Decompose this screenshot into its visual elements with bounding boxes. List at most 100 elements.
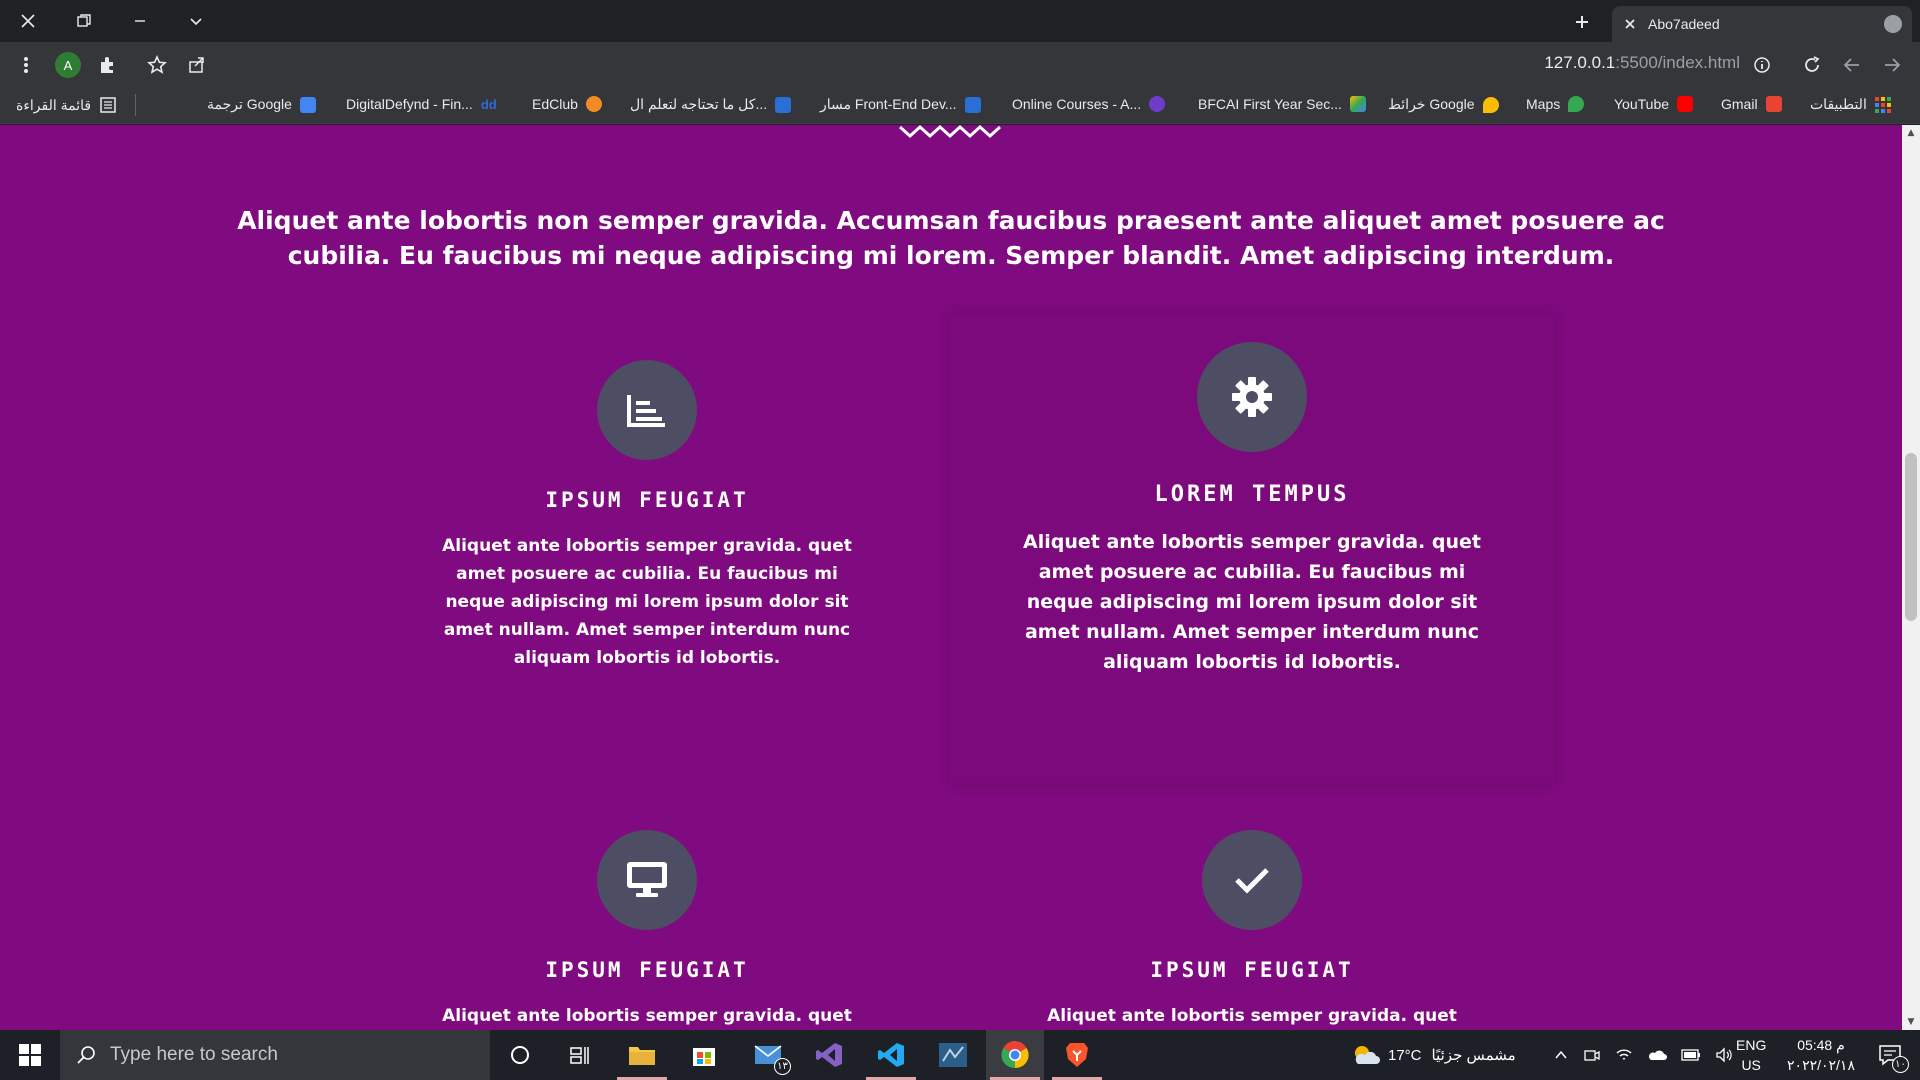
volume-icon[interactable] xyxy=(1715,1046,1733,1064)
bookmark-youtube[interactable]: YouTube xyxy=(1614,96,1694,112)
battery-icon[interactable] xyxy=(1681,1048,1701,1062)
cortana-icon xyxy=(511,1046,529,1064)
tab-title: Abo7adeed xyxy=(1648,16,1720,32)
extensions-button[interactable] xyxy=(96,53,120,77)
meet-now-icon[interactable] xyxy=(1583,1046,1601,1064)
url-host: 127.0.0.1 xyxy=(1544,53,1616,72)
browser-toolbar: A 127.0.0.1:5500/index.html xyxy=(0,42,1920,88)
feature-item: IPSUM FEUGIAT Aliquet ante lobortis semp… xyxy=(419,360,875,672)
gmail-icon xyxy=(1765,96,1782,112)
taskbar-search[interactable]: Type here to search xyxy=(60,1030,490,1080)
store-icon xyxy=(693,1048,715,1066)
restore-icon xyxy=(77,14,91,27)
restore-window-button[interactable] xyxy=(56,0,112,42)
site-info-button[interactable] xyxy=(1750,53,1774,77)
url-path: :5500/index.html xyxy=(1615,53,1740,72)
microsoft-store-button[interactable] xyxy=(675,1030,733,1080)
onedrive-icon[interactable] xyxy=(1647,1047,1667,1063)
scroll-up-arrow-icon[interactable]: ▲ xyxy=(1902,125,1920,141)
bookmark-label: خرائط Google xyxy=(1388,96,1475,112)
vscode-button[interactable] xyxy=(862,1030,920,1080)
notification-center-button[interactable]: ١٠ xyxy=(1870,1030,1910,1080)
tab-close-icon[interactable] xyxy=(1622,16,1638,32)
reading-list-button[interactable]: قائمة القراءة xyxy=(16,96,117,114)
share-icon xyxy=(189,57,204,73)
bookmark-star-button[interactable] xyxy=(145,53,169,77)
feature-item: IPSUM FEUGIAT Aliquet ante lobortis semp… xyxy=(1024,830,1480,1030)
start-button[interactable] xyxy=(0,1030,60,1080)
language-region: US xyxy=(1741,1057,1761,1073)
e-icon xyxy=(775,96,792,113)
feature-item: IPSUM FEUGIAT Aliquet ante lobortis semp… xyxy=(419,830,875,1030)
new-tab-button[interactable] xyxy=(1568,8,1596,36)
browser-tab[interactable]: Abo7adeed xyxy=(1612,6,1912,42)
youtube-icon xyxy=(1677,96,1694,112)
search-icon xyxy=(77,1046,95,1064)
feature-icon-circle xyxy=(597,830,697,930)
bookmark-label: YouTube xyxy=(1614,96,1670,112)
file-explorer-button[interactable] xyxy=(613,1030,671,1080)
desktop-icon xyxy=(627,862,667,897)
share-button[interactable] xyxy=(185,53,209,77)
scrollbar-thumb[interactable] xyxy=(1905,453,1917,621)
bookmark-edclub[interactable]: EdClub xyxy=(532,96,602,112)
vscode-icon xyxy=(878,1043,904,1067)
chevron-down-icon xyxy=(190,18,202,26)
bookmark-google-maps-ar[interactable]: خرائط Google xyxy=(1388,96,1499,113)
bookmark-label: مسار Front-End Dev... xyxy=(820,96,957,112)
tab-search-button[interactable] xyxy=(168,0,224,42)
forward-button[interactable] xyxy=(1880,53,1904,77)
visual-studio-button[interactable] xyxy=(800,1030,858,1080)
language-indicator[interactable]: ENG US xyxy=(1736,1030,1766,1080)
language-code: ENG xyxy=(1736,1037,1767,1053)
bookmark-maps[interactable]: Maps xyxy=(1526,96,1585,112)
bookmarks-divider xyxy=(135,94,136,116)
back-button[interactable] xyxy=(1840,53,1864,77)
sql-server-button[interactable] xyxy=(924,1030,982,1080)
menu-button[interactable] xyxy=(14,53,38,77)
bookmark-bfcai[interactable]: BFCAI First Year Sec... xyxy=(1198,96,1366,112)
profile-avatar[interactable]: A xyxy=(55,52,81,78)
bookmark-online-courses[interactable]: Online Courses - A... xyxy=(1012,96,1166,112)
brave-button[interactable] xyxy=(1048,1030,1106,1080)
bookmark-label: Maps xyxy=(1526,96,1561,112)
clock[interactable]: 05:48 م ٢٠٢٢/٠٢/١٨ xyxy=(1776,1030,1866,1080)
minimize-window-button[interactable] xyxy=(112,0,168,42)
visual-studio-icon xyxy=(816,1043,842,1067)
globe-icon xyxy=(1884,15,1902,33)
feature-title: LOREM TEMPUS xyxy=(1154,482,1350,507)
feature-description: Aliquet ante lobortis semper gravida. qu… xyxy=(1023,531,1481,673)
reload-button[interactable] xyxy=(1800,53,1824,77)
chrome-icon xyxy=(1001,1041,1029,1069)
cortana-button[interactable] xyxy=(491,1030,549,1080)
close-icon xyxy=(21,14,35,28)
bookmark-learn[interactable]: كل ما تحتاجه لتعلم ال... xyxy=(630,96,792,113)
windows-icon xyxy=(19,1044,41,1066)
apps-grid-icon xyxy=(1874,96,1891,113)
feature-icon-circle xyxy=(597,360,697,460)
weather-widget[interactable]: 17°C مشمس جزئيًا xyxy=(1352,1030,1516,1080)
close-window-button[interactable] xyxy=(0,0,56,42)
feature-title: IPSUM FEUGIAT xyxy=(1150,958,1354,982)
scroll-down-arrow-icon[interactable]: ▼ xyxy=(1902,1014,1920,1030)
bookmark-apps[interactable]: التطبيقات xyxy=(1810,96,1891,113)
map-pin-icon xyxy=(1482,96,1499,113)
wifi-icon[interactable] xyxy=(1615,1046,1633,1064)
page-scrollbar[interactable]: ▲ ▼ xyxy=(1902,125,1920,1030)
chart-icon xyxy=(627,395,665,427)
chrome-button[interactable] xyxy=(986,1030,1044,1080)
info-icon xyxy=(1754,57,1770,73)
mail-button[interactable]: ١٣ xyxy=(740,1030,798,1080)
reading-list-icon xyxy=(100,97,116,113)
bookmark-gmail[interactable]: Gmail xyxy=(1721,96,1782,112)
address-bar[interactable]: 127.0.0.1:5500/index.html xyxy=(1544,53,1740,73)
task-view-button[interactable] xyxy=(551,1030,609,1080)
windows-taskbar: Type here to search ١٣ 17°C مشمس جزئيًا … xyxy=(0,1030,1920,1080)
bookmark-frontend[interactable]: مسار Front-End Dev... xyxy=(820,96,981,113)
feature-description: Aliquet ante lobortis semper gravida. qu… xyxy=(442,536,852,668)
bookmark-google-translate[interactable]: ترجمة Google xyxy=(207,96,316,113)
browser-titlebar: Abo7adeed xyxy=(0,0,1920,42)
bookmark-digitaldefynd[interactable]: DigitalDefynd - Fin... dd xyxy=(346,96,497,112)
chevron-up-icon[interactable] xyxy=(1553,1047,1569,1063)
bookmarks-bar: قائمة القراءة ترجمة Google DigitalDefynd… xyxy=(0,88,1920,124)
